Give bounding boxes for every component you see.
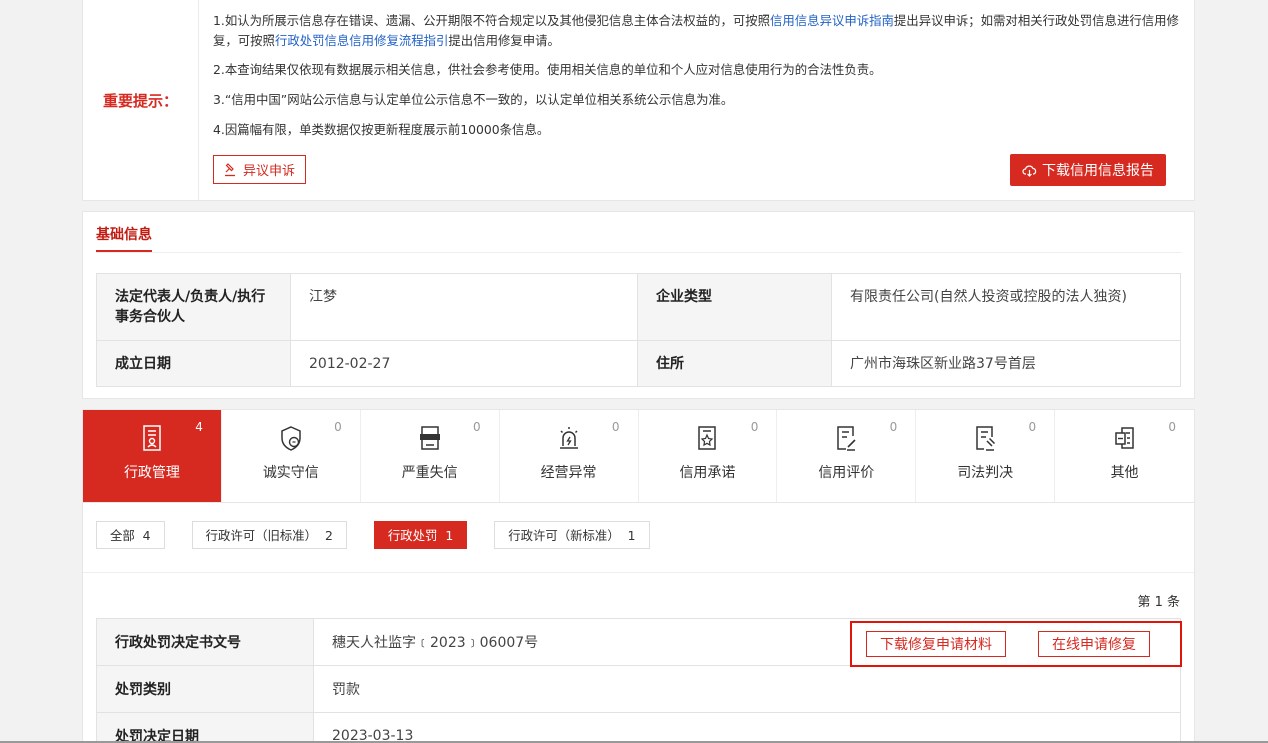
other-docs-icon xyxy=(1114,427,1134,449)
field-label: 法定代表人/负责人/执行事务合伙人 xyxy=(96,273,291,341)
download-report-label: 下载信用信息报告 xyxy=(1042,163,1154,179)
document-person-icon xyxy=(143,425,161,451)
tab-label: 信用承诺 xyxy=(679,465,736,481)
notice-text: 提出信用修复申请。 xyxy=(448,32,560,48)
cloud-download-icon xyxy=(1022,165,1037,177)
tab-count: 4 xyxy=(195,420,203,434)
field-label: 处罚类别 xyxy=(96,665,314,713)
tab-label: 经营异常 xyxy=(540,465,597,481)
tab-count: 0 xyxy=(889,420,898,434)
download-repair-material-button[interactable]: 下载修复申请材料 xyxy=(866,631,1006,657)
sub-tabs: 全部 4 行政许可（旧标准） 2 行政处罚 1 行政许可（新标准） 1 xyxy=(96,521,650,549)
tab-count: 0 xyxy=(750,420,759,434)
tab-label: 行政管理 xyxy=(123,465,180,481)
sub-tab-count: 1 xyxy=(445,527,454,543)
tab-label: 其他 xyxy=(1110,465,1139,481)
tab-count: 0 xyxy=(1028,420,1037,434)
sub-tab-label: 行政处罚 xyxy=(387,528,438,543)
sub-tab-label: 全部 xyxy=(110,528,135,543)
tab-label: 严重失信 xyxy=(401,465,458,481)
shield-credit-icon xyxy=(281,426,301,451)
tab-honesty[interactable]: 0 诚实守信 xyxy=(222,410,361,502)
sub-tab-label: 行政许可（新标准） xyxy=(508,528,620,543)
field-value: 2012-02-27 xyxy=(290,340,638,387)
basic-info-panel: 基础信息 法定代表人/负责人/执行事务合伙人 江梦 企业类型 有限责任公司(自然… xyxy=(82,211,1195,399)
notice-line-2: 2.本查询结果仅依现有数据展示相关信息，供社会参考使用。使用相关信息的单位和个人… xyxy=(213,62,882,77)
download-report-button[interactable]: 下载信用信息报告 xyxy=(1010,154,1166,186)
section-divider xyxy=(96,252,1181,253)
sub-tab-count: 1 xyxy=(627,527,636,543)
alarm-icon xyxy=(559,427,578,449)
field-value: 2023-03-13 xyxy=(313,712,1181,743)
divider xyxy=(83,572,1194,573)
table-row: 成立日期 2012-02-27 住所 广州市海珠区新业路37号首层 xyxy=(96,340,1181,387)
record-index: 第 1 条 xyxy=(1137,595,1180,610)
table-row: 处罚决定日期 2023-03-13 xyxy=(96,712,1181,743)
field-label: 住所 xyxy=(637,340,832,387)
important-notice: 重要提示： 1.如认为所展示信息存在错误、遗漏、公开期限不符合规定以及其他侵犯信… xyxy=(82,0,1195,201)
records-panel: 4 行政管理 0 诚实守信 0 严重失信 0 经营异常 0 信用承诺 0 信用评… xyxy=(82,409,1195,743)
notice-body: 1.如认为所展示信息存在错误、遗漏、公开期限不符合规定以及其他侵犯信息主体合法权… xyxy=(199,0,1194,200)
sub-tab-count: 4 xyxy=(142,527,151,543)
notice-line-4: 4.因篇幅有限，单类数据仅按更新程度展示前10000条信息。 xyxy=(213,122,550,137)
notice-line-3: 3.“信用中国”网站公示信息与认定单位公示信息不一致的，以认定单位相关系统公示信… xyxy=(213,92,734,107)
field-label: 处罚决定日期 xyxy=(96,712,314,743)
objection-button[interactable]: 异议申诉 xyxy=(213,155,307,184)
judgment-icon xyxy=(976,426,996,451)
field-label: 行政处罚决定书文号 xyxy=(96,618,314,666)
tab-serious-dishonesty[interactable]: 0 严重失信 xyxy=(361,410,500,502)
objection-button-label: 异议申诉 xyxy=(243,164,296,179)
field-label: 企业类型 xyxy=(637,273,832,341)
tab-business-anomaly[interactable]: 0 经营异常 xyxy=(500,410,639,502)
tab-count: 0 xyxy=(1168,420,1176,434)
table-row: 法定代表人/负责人/执行事务合伙人 江梦 企业类型 有限责任公司(自然人投资或控… xyxy=(96,273,1181,341)
sub-tab-label: 行政许可（旧标准） xyxy=(205,528,318,543)
online-repair-button[interactable]: 在线申请修复 xyxy=(1038,631,1150,657)
sub-tab-license-new[interactable]: 行政许可（新标准） 1 xyxy=(494,521,650,549)
section-title-basic-info: 基础信息 xyxy=(96,224,152,252)
notice-line-1: 1.如认为所展示信息存在错误、遗漏、公开期限不符合规定以及其他侵犯信息主体合法权… xyxy=(213,11,1180,50)
field-value: 有限责任公司(自然人投资或控股的法人独资) xyxy=(831,273,1181,341)
dishonest-person-icon xyxy=(419,426,440,450)
repair-actions-highlight: 下载修复申请材料 在线申请修复 xyxy=(850,621,1182,667)
notice-label: 重要提示： xyxy=(83,0,199,200)
sub-tab-license-old[interactable]: 行政许可（旧标准） 2 xyxy=(191,521,347,549)
tab-label: 信用评价 xyxy=(818,465,875,481)
notice-text: 1.如认为所展示信息存在错误、遗漏、公开期限不符合规定以及其他侵犯信息主体合法权… xyxy=(213,13,771,28)
tab-count: 0 xyxy=(472,420,481,434)
tab-credit-evaluation[interactable]: 0 信用评价 xyxy=(777,410,917,502)
category-tabs: 4 行政管理 0 诚实守信 0 严重失信 0 经营异常 0 信用承诺 0 信用评… xyxy=(83,410,1194,503)
objection-guide-link[interactable]: 信用信息异议申诉指南 xyxy=(770,13,894,28)
sub-tab-count: 2 xyxy=(324,527,333,543)
tab-count: 0 xyxy=(334,420,342,434)
basic-info-table: 法定代表人/负责人/执行事务合伙人 江梦 企业类型 有限责任公司(自然人投资或控… xyxy=(96,273,1181,387)
field-value: 江梦 xyxy=(290,273,638,341)
sub-tab-all[interactable]: 全部 4 xyxy=(96,521,165,549)
tab-credit-pledge[interactable]: 0 信用承诺 xyxy=(639,410,778,502)
tab-label: 诚实守信 xyxy=(262,465,319,481)
field-value: 广州市海珠区新业路37号首层 xyxy=(831,340,1181,387)
sub-tab-penalty[interactable]: 行政处罚 1 xyxy=(373,521,468,549)
pledge-star-icon xyxy=(698,426,717,450)
field-value: 罚款 xyxy=(313,665,1181,713)
evaluation-icon xyxy=(837,426,856,451)
gavel-icon xyxy=(225,162,235,176)
tab-label: 司法判决 xyxy=(957,465,1014,481)
tab-administrative-management[interactable]: 4 行政管理 xyxy=(83,410,222,502)
tab-judicial-judgment[interactable]: 0 司法判决 xyxy=(916,410,1056,502)
tab-other[interactable]: 0 其他 xyxy=(1055,410,1194,502)
table-row: 处罚类别 罚款 xyxy=(96,665,1181,713)
tab-count: 0 xyxy=(611,420,620,434)
repair-guide-link[interactable]: 行政处罚信息信用修复流程指引 xyxy=(275,33,448,48)
field-label: 成立日期 xyxy=(96,340,291,387)
